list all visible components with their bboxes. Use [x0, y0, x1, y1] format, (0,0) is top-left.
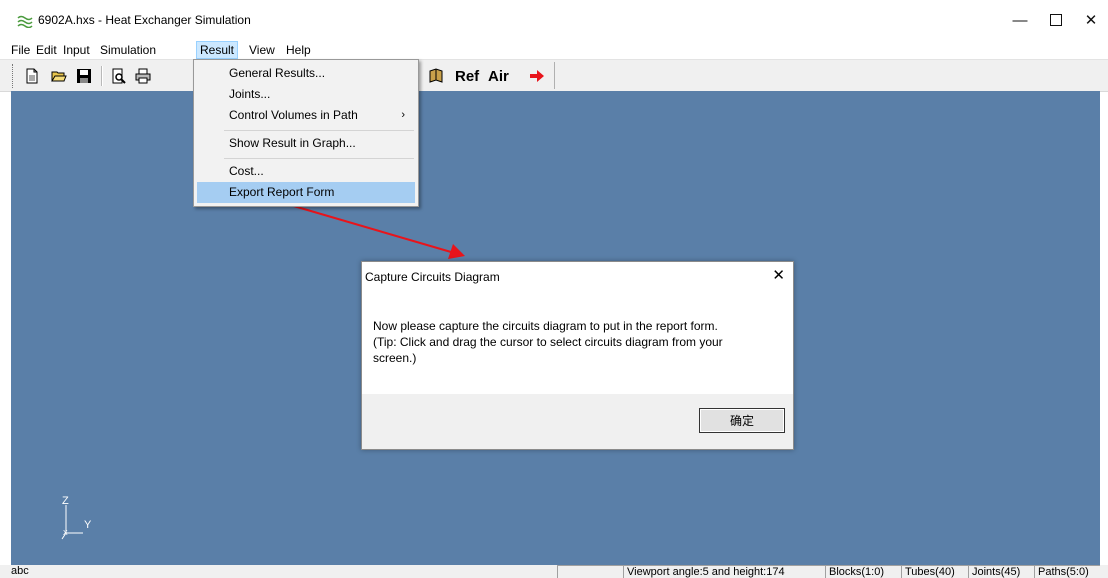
menu-item-label: Control Volumes in Path	[229, 108, 358, 122]
dialog-message: Now please capture the circuits diagram …	[373, 318, 773, 366]
menu-control-volumes[interactable]: Control Volumes in Path ›	[197, 105, 415, 126]
dialog-title-bar[interactable]: Capture Circuits Diagram ✕	[362, 262, 793, 292]
menu-joints[interactable]: Joints...	[197, 84, 415, 105]
status-blocks: Blocks(1:0)	[825, 565, 901, 578]
dialog-close-icon[interactable]: ✕	[772, 266, 785, 284]
dialog-message-line: (Tip: Click and drag the cursor to selec…	[373, 335, 723, 349]
menu-separator	[224, 158, 414, 159]
menu-item-label: General Results...	[229, 66, 326, 80]
menu-item-label: Joints...	[229, 87, 271, 101]
dialog-message-line: screen.)	[373, 351, 417, 365]
status-tubes: Tubes(40)	[901, 565, 968, 578]
ok-button[interactable]: 确定	[699, 408, 785, 433]
menu-cost[interactable]: Cost...	[197, 161, 415, 182]
menu-show-result-graph[interactable]: Show Result in Graph...	[197, 133, 415, 154]
menu-separator	[224, 130, 414, 131]
menu-item-label: Show Result in Graph...	[229, 136, 356, 150]
menu-general-results[interactable]: General Results...	[197, 63, 415, 84]
submenu-arrow-icon: ›	[401, 109, 405, 121]
status-joints: Joints(45)	[968, 565, 1034, 578]
status-text: abc	[11, 565, 29, 577]
dialog-body: Now please capture the circuits diagram …	[362, 292, 793, 394]
menu-export-report-form[interactable]: Export Report Form	[197, 182, 415, 203]
dialog-message-line: Now please capture the circuits diagram …	[373, 319, 718, 333]
dialog-title: Capture Circuits Diagram	[365, 270, 500, 284]
status-bar: abc Viewport angle:5 and height:174 Bloc…	[0, 565, 1108, 578]
result-menu: General Results... Joints... Control Vol…	[193, 59, 419, 207]
status-viewport: Viewport angle:5 and height:174	[623, 565, 825, 578]
status-paths: Paths(5:0)	[1034, 565, 1100, 578]
capture-circuits-dialog: Capture Circuits Diagram ✕ Now please ca…	[361, 261, 794, 450]
menu-item-label: Export Report Form	[229, 185, 335, 199]
status-pane-empty	[557, 565, 623, 578]
menu-item-label: Cost...	[229, 164, 264, 178]
